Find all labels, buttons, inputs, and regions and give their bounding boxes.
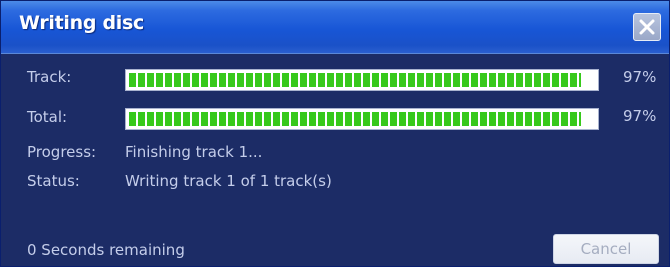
track-label: Track: [27,68,72,86]
track-progress-fill [129,73,582,87]
title-bar[interactable]: Writing disc [1,1,669,54]
writing-disc-dialog: Writing disc Track: 97% Total: 97% Progr… [0,0,670,267]
total-progress-fill [129,112,582,126]
time-remaining: 0 Seconds remaining [27,241,185,259]
progress-value: Finishing track 1... [125,143,263,161]
total-label: Total: [27,108,68,126]
dialog-title: Writing disc [19,12,144,34]
status-label: Status: [27,172,80,190]
progress-label: Progress: [27,143,97,161]
cancel-button[interactable]: Cancel [553,234,659,264]
track-progress-bar [125,69,599,91]
total-percent: 97% [623,107,657,125]
close-icon [639,19,655,35]
track-percent: 97% [623,68,657,86]
status-value: Writing track 1 of 1 track(s) [125,172,332,190]
close-button[interactable] [633,13,661,41]
total-progress-bar [125,108,599,130]
